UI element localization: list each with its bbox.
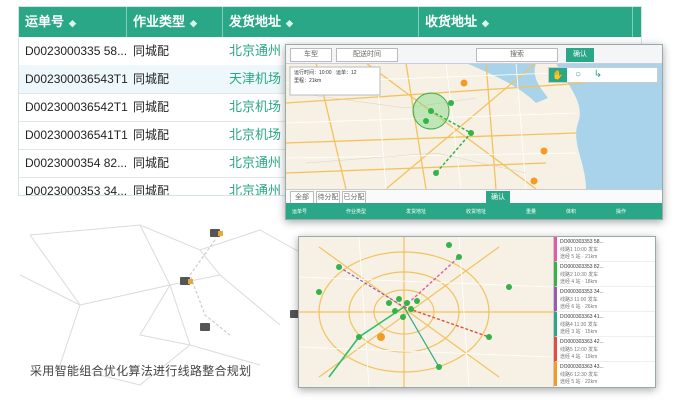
- column-header-to[interactable]: 收货地址 ◆: [419, 7, 633, 37]
- route-title: DO000303353 58...: [560, 239, 604, 245]
- vehicle-select[interactable]: 车型: [290, 48, 332, 62]
- time-select[interactable]: 配送时间: [336, 48, 398, 62]
- filter-bar: 全部 待分配 已分配 确认: [286, 189, 662, 205]
- map-toolbar: 车型 配送时间 搜索 确认: [286, 45, 662, 64]
- route-title: DO000303353 34...: [560, 289, 604, 295]
- from-address: 北京机场: [229, 99, 282, 114]
- mini-grid-col: 发货地址: [406, 209, 427, 215]
- route-title: DO000303363 42...: [560, 339, 604, 345]
- column-header-from[interactable]: 发货地址 ◆: [223, 7, 419, 37]
- path-tool-icon[interactable]: ↳: [589, 68, 607, 82]
- route-list: DO000303353 58... 线路1 10:00 发车 途经 5 站 · …: [553, 237, 655, 387]
- waybill-id: D002300036542T1: [25, 100, 128, 114]
- route-map-panel: 运行时间：10:00 里程：21km 运单：12 车型 配送时间 搜索 确认 ✋…: [285, 44, 663, 220]
- route-line: 途经 5 站 · 22km: [560, 379, 598, 385]
- route-title: DO000303363 41...: [560, 314, 604, 320]
- map-info-line: 运单：12: [336, 70, 357, 76]
- circle-tool-icon[interactable]: ○: [569, 68, 587, 82]
- map-tool-strip: ✋ ○ ↳: [548, 67, 658, 83]
- route-plan-panel: DO000303353 58... 线路1 10:00 发车 途经 5 站 · …: [298, 236, 656, 388]
- job-type: 同城配: [133, 72, 170, 86]
- mini-grid-col: 体积: [566, 209, 577, 215]
- sort-icon[interactable]: ◆: [69, 18, 76, 28]
- map-info-line: 运行时间：10:00: [294, 70, 332, 76]
- waybill-id: D0023000354 82...: [25, 156, 127, 170]
- waybill-id: D002300036543T1: [25, 72, 128, 86]
- route-plan-map[interactable]: [299, 237, 553, 387]
- route-title: DO000303363 43...: [560, 364, 604, 370]
- confirm-button[interactable]: 确认: [566, 48, 594, 62]
- map-info-line: 里程：21km: [294, 78, 322, 84]
- route-list-item[interactable]: DO000303353 58... 线路1 10:00 发车 途经 5 站 · …: [554, 237, 655, 262]
- mini-grid-col: 重量: [526, 209, 537, 215]
- waybill-id: D0023000353 34...: [25, 184, 127, 196]
- job-type: 同城配: [133, 184, 170, 196]
- from-address: 北京机场: [229, 127, 282, 142]
- route-line: 途经 5 站 · 21km: [560, 254, 598, 260]
- route-line: 途经 4 站 · 19km: [560, 354, 598, 360]
- search-field[interactable]: 搜索: [476, 48, 558, 62]
- route-list-item[interactable]: DO000303363 41... 线路4 11:30 发车 途经 3 站 · …: [554, 312, 655, 337]
- table-header: 运单号 ◆ 作业类型 ◆ 发货地址 ◆ 收货地址 ◆: [19, 7, 641, 37]
- caption-text: 采用智能组合优化算法进行线路整合规划: [30, 364, 252, 378]
- from-address: 北京通州: [229, 155, 282, 170]
- waybill-id: D0023000335 58...: [25, 44, 127, 58]
- hand-tool-icon[interactable]: ✋: [549, 68, 567, 82]
- route-line: 线路5 12:00 发车: [560, 347, 599, 353]
- column-header-waybill[interactable]: 运单号 ◆: [19, 7, 127, 37]
- route-list-item[interactable]: DO000303363 42... 线路5 12:00 发车 途经 4 站 · …: [554, 337, 655, 362]
- mini-grid-col: 操作: [616, 209, 627, 215]
- mini-grid-header: 运单号 作业类型 发货地址 收货地址 重量 体积 操作: [286, 203, 662, 219]
- route-line: 线路6 12:30 发车: [560, 372, 599, 378]
- route-line: 途经 3 站 · 15km: [560, 329, 598, 335]
- mini-grid-col: 运单号: [292, 209, 308, 215]
- route-line: 线路4 11:30 发车: [560, 322, 598, 328]
- column-header-type[interactable]: 作业类型 ◆: [127, 7, 223, 37]
- from-address: 北京通州: [229, 183, 282, 196]
- route-list-item[interactable]: DO000303353 34... 线路3 11:00 发车 途经 6 站 · …: [554, 287, 655, 312]
- waybill-id: D002300036541T1: [25, 128, 128, 142]
- sort-icon[interactable]: ◆: [482, 18, 489, 28]
- route-list-item[interactable]: DO000303363 43... 线路6 12:30 发车 途经 5 站 · …: [554, 362, 655, 386]
- route-line: 线路3 11:00 发车: [560, 297, 598, 303]
- sort-icon[interactable]: ◆: [190, 18, 197, 28]
- job-type: 同城配: [133, 44, 170, 58]
- sort-icon[interactable]: ◆: [286, 18, 293, 28]
- route-line: 线路2 10:30 发车: [560, 272, 599, 278]
- route-line: 线路1 10:00 发车: [560, 247, 599, 253]
- mini-grid-col: 收货地址: [466, 209, 487, 215]
- mini-grid-col: 作业类型: [346, 209, 367, 215]
- from-address: 天津机场: [229, 71, 282, 86]
- route-title: DO000303353 82...: [560, 264, 604, 270]
- job-type: 同城配: [133, 128, 170, 142]
- route-line: 途经 4 站 · 18km: [560, 279, 598, 285]
- job-type: 同城配: [133, 100, 170, 114]
- from-address: 北京通州: [229, 43, 282, 58]
- job-type: 同城配: [133, 156, 170, 170]
- route-list-item[interactable]: DO000303353 82... 线路2 10:30 发车 途经 4 站 · …: [554, 262, 655, 287]
- route-line: 途经 6 站 · 26km: [560, 304, 598, 310]
